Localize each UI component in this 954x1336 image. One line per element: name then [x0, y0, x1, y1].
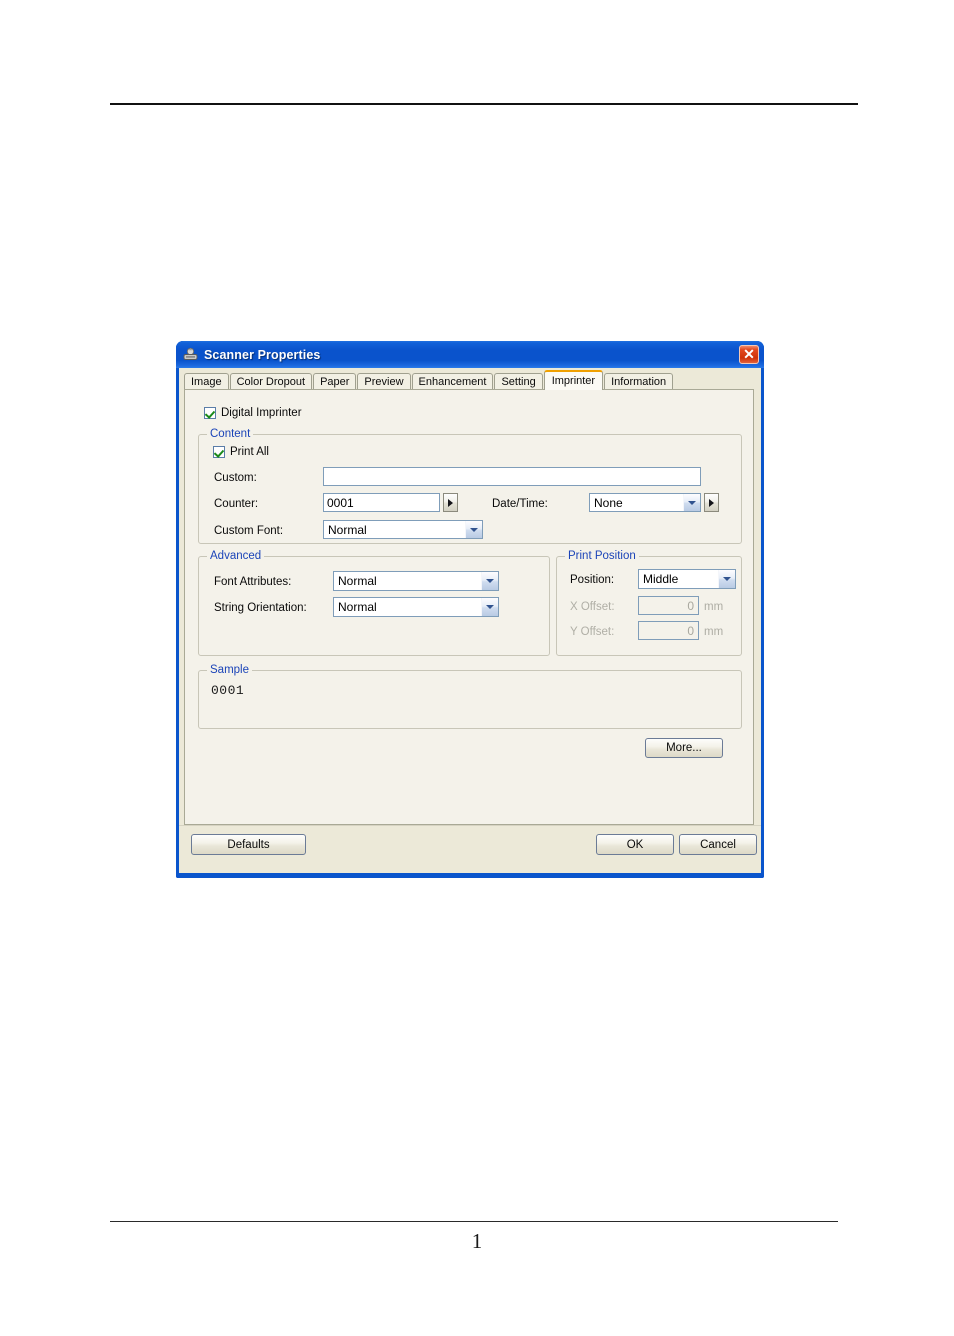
tab-image[interactable]: Image: [184, 373, 229, 390]
tab-enhancement[interactable]: Enhancement: [412, 373, 494, 390]
font-attributes-select[interactable]: Normal: [333, 571, 499, 591]
content-group: Content Print All Custom: Counter: 0001 …: [198, 434, 742, 544]
print-position-group: Print Position Position: Middle X Offset…: [556, 556, 742, 656]
string-orientation-label: String Orientation:: [214, 602, 307, 614]
cancel-button[interactable]: Cancel: [679, 834, 757, 855]
position-label: Position:: [570, 574, 614, 586]
dialog-client-area: Image Color Dropout Paper Preview Enhanc…: [179, 368, 761, 873]
tab-preview[interactable]: Preview: [357, 373, 410, 390]
y-offset-unit: mm: [704, 626, 723, 638]
font-attributes-value: Normal: [334, 574, 481, 588]
string-orientation-value: Normal: [334, 600, 481, 614]
print-all-row[interactable]: Print All: [213, 446, 269, 458]
page-header-rule: [110, 103, 858, 105]
chevron-down-icon[interactable]: [481, 572, 498, 590]
dialog-frame: Scanner Properties ✕ Image Color Dropout…: [176, 341, 764, 878]
chevron-down-icon[interactable]: [683, 494, 700, 511]
tab-information[interactable]: Information: [604, 373, 673, 390]
custom-input[interactable]: [323, 467, 701, 486]
defaults-button[interactable]: Defaults: [191, 834, 306, 855]
tab-setting[interactable]: Setting: [494, 373, 542, 390]
font-attributes-label: Font Attributes:: [214, 576, 291, 588]
datetime-value: None: [590, 496, 683, 510]
y-offset-label: Y Offset:: [570, 626, 614, 638]
datetime-select[interactable]: None: [589, 493, 701, 512]
chevron-down-icon[interactable]: [718, 570, 735, 588]
print-all-checkbox[interactable]: [213, 446, 225, 458]
triangle-right-icon: [709, 499, 714, 507]
tab-paper[interactable]: Paper: [313, 373, 356, 390]
custom-font-label: Custom Font:: [214, 525, 283, 537]
custom-font-value: Normal: [324, 523, 465, 537]
sample-group-title: Sample: [207, 664, 252, 676]
close-icon[interactable]: ✕: [739, 345, 759, 364]
custom-font-select[interactable]: Normal: [323, 520, 483, 539]
position-value: Middle: [639, 572, 718, 586]
advanced-group-title: Advanced: [207, 550, 264, 562]
page-footer-rule: [110, 1221, 838, 1222]
tab-color-dropout[interactable]: Color Dropout: [230, 373, 312, 390]
tab-imprinter[interactable]: Imprinter: [544, 370, 603, 390]
datetime-options-button[interactable]: [704, 493, 719, 512]
sample-group: Sample 0001: [198, 670, 742, 729]
triangle-right-icon: [448, 499, 453, 507]
more-button[interactable]: More...: [645, 738, 723, 758]
dialog-title: Scanner Properties: [204, 348, 739, 362]
page-number: 1: [0, 1229, 954, 1254]
print-all-label: Print All: [230, 446, 269, 458]
advanced-group: Advanced Font Attributes: Normal String …: [198, 556, 550, 656]
chevron-down-icon[interactable]: [465, 521, 482, 538]
digital-imprinter-label: Digital Imprinter: [221, 407, 302, 419]
string-orientation-select[interactable]: Normal: [333, 597, 499, 617]
content-group-title: Content: [207, 428, 253, 440]
datetime-label: Date/Time:: [492, 498, 548, 510]
position-select[interactable]: Middle: [638, 569, 736, 589]
x-offset-label: X Offset:: [570, 601, 615, 613]
print-position-group-title: Print Position: [565, 550, 639, 562]
custom-label: Custom:: [214, 472, 257, 484]
scanner-icon: [182, 346, 199, 363]
digital-imprinter-row[interactable]: Digital Imprinter: [204, 407, 302, 419]
dialog-titlebar: Scanner Properties ✕: [176, 341, 764, 368]
x-offset-unit: mm: [704, 601, 723, 613]
ok-button[interactable]: OK: [596, 834, 674, 855]
tab-strip: Image Color Dropout Paper Preview Enhanc…: [184, 371, 674, 390]
counter-options-button[interactable]: [443, 493, 458, 512]
chevron-down-icon[interactable]: [481, 598, 498, 616]
footer-separator: [179, 825, 761, 826]
sample-value: 0001: [211, 683, 244, 698]
close-glyph: ✕: [743, 347, 755, 361]
digital-imprinter-checkbox[interactable]: [204, 407, 216, 419]
y-offset-input[interactable]: 0: [638, 621, 699, 640]
counter-label: Counter:: [214, 498, 258, 510]
x-offset-input[interactable]: 0: [638, 596, 699, 615]
imprinter-tab-panel: Digital Imprinter Content Print All Cust…: [184, 389, 754, 825]
counter-input[interactable]: 0001: [323, 493, 440, 512]
scanner-properties-dialog: Scanner Properties ✕ Image Color Dropout…: [176, 341, 764, 878]
